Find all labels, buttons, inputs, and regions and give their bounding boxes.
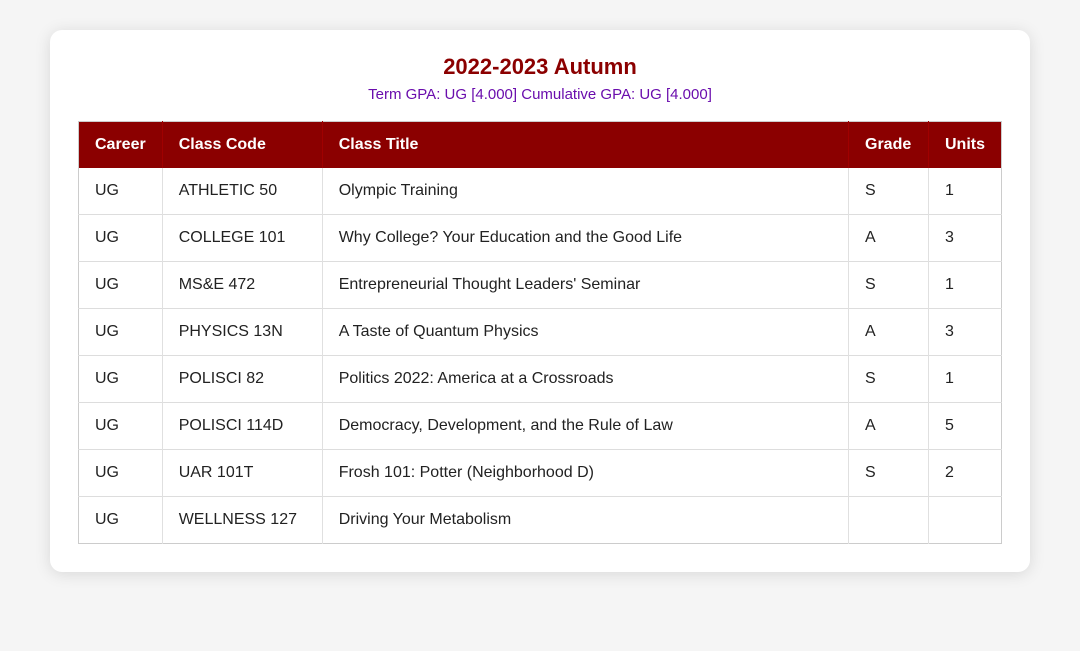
col-header-grade: Grade xyxy=(849,122,929,169)
cell-grade: A xyxy=(849,215,929,262)
cell-classtitle: Driving Your Metabolism xyxy=(322,497,848,544)
cell-classcode: MS&E 472 xyxy=(162,262,322,309)
cell-career: UG xyxy=(79,262,163,309)
cell-units: 1 xyxy=(929,262,1002,309)
gpa-info: Term GPA: UG [4.000] Cumulative GPA: UG … xyxy=(78,86,1002,103)
col-header-units: Units xyxy=(929,122,1002,169)
table-row: UGCOLLEGE 101Why College? Your Education… xyxy=(79,215,1002,262)
cell-classcode: WELLNESS 127 xyxy=(162,497,322,544)
table-row: UGATHLETIC 50Olympic TrainingS1 xyxy=(79,168,1002,215)
cell-grade: S xyxy=(849,356,929,403)
col-header-classtitle: Class Title xyxy=(322,122,848,169)
cell-classcode: PHYSICS 13N xyxy=(162,309,322,356)
cell-units: 3 xyxy=(929,215,1002,262)
cell-grade: A xyxy=(849,309,929,356)
col-header-career: Career xyxy=(79,122,163,169)
grade-table: Career Class Code Class Title Grade Unit… xyxy=(78,121,1002,544)
table-row: UGWELLNESS 127Driving Your Metabolism xyxy=(79,497,1002,544)
cell-units: 5 xyxy=(929,403,1002,450)
table-body: UGATHLETIC 50Olympic TrainingS1UGCOLLEGE… xyxy=(79,168,1002,544)
cell-career: UG xyxy=(79,450,163,497)
cell-units: 3 xyxy=(929,309,1002,356)
table-row: UGPOLISCI 114DDemocracy, Development, an… xyxy=(79,403,1002,450)
page-title: 2022-2023 Autumn xyxy=(78,54,1002,80)
cell-classtitle: Democracy, Development, and the Rule of … xyxy=(322,403,848,450)
table-row: UGMS&E 472Entrepreneurial Thought Leader… xyxy=(79,262,1002,309)
cell-career: UG xyxy=(79,215,163,262)
cell-career: UG xyxy=(79,168,163,215)
cell-classtitle: Politics 2022: America at a Crossroads xyxy=(322,356,848,403)
page-header: 2022-2023 Autumn Term GPA: UG [4.000] Cu… xyxy=(78,54,1002,103)
cell-classtitle: Frosh 101: Potter (Neighborhood D) xyxy=(322,450,848,497)
cell-classtitle: A Taste of Quantum Physics xyxy=(322,309,848,356)
cell-classcode: COLLEGE 101 xyxy=(162,215,322,262)
cell-classcode: UAR 101T xyxy=(162,450,322,497)
cell-career: UG xyxy=(79,497,163,544)
cell-grade: S xyxy=(849,168,929,215)
cell-grade: A xyxy=(849,403,929,450)
cell-units: 2 xyxy=(929,450,1002,497)
cell-classcode: POLISCI 82 xyxy=(162,356,322,403)
cell-grade: S xyxy=(849,450,929,497)
cell-classtitle: Why College? Your Education and the Good… xyxy=(322,215,848,262)
cell-classcode: POLISCI 114D xyxy=(162,403,322,450)
cell-career: UG xyxy=(79,309,163,356)
cell-units: 1 xyxy=(929,356,1002,403)
table-row: UGPOLISCI 82Politics 2022: America at a … xyxy=(79,356,1002,403)
cell-units: 1 xyxy=(929,168,1002,215)
cell-grade: S xyxy=(849,262,929,309)
cell-grade xyxy=(849,497,929,544)
cell-classtitle: Entrepreneurial Thought Leaders' Seminar xyxy=(322,262,848,309)
cell-classtitle: Olympic Training xyxy=(322,168,848,215)
header-row: Career Class Code Class Title Grade Unit… xyxy=(79,122,1002,169)
cell-units xyxy=(929,497,1002,544)
cell-career: UG xyxy=(79,356,163,403)
cell-career: UG xyxy=(79,403,163,450)
table-row: UGUAR 101TFrosh 101: Potter (Neighborhoo… xyxy=(79,450,1002,497)
col-header-classcode: Class Code xyxy=(162,122,322,169)
cell-classcode: ATHLETIC 50 xyxy=(162,168,322,215)
table-row: UGPHYSICS 13NA Taste of Quantum PhysicsA… xyxy=(79,309,1002,356)
main-card: 2022-2023 Autumn Term GPA: UG [4.000] Cu… xyxy=(50,30,1030,572)
table-header: Career Class Code Class Title Grade Unit… xyxy=(79,122,1002,169)
